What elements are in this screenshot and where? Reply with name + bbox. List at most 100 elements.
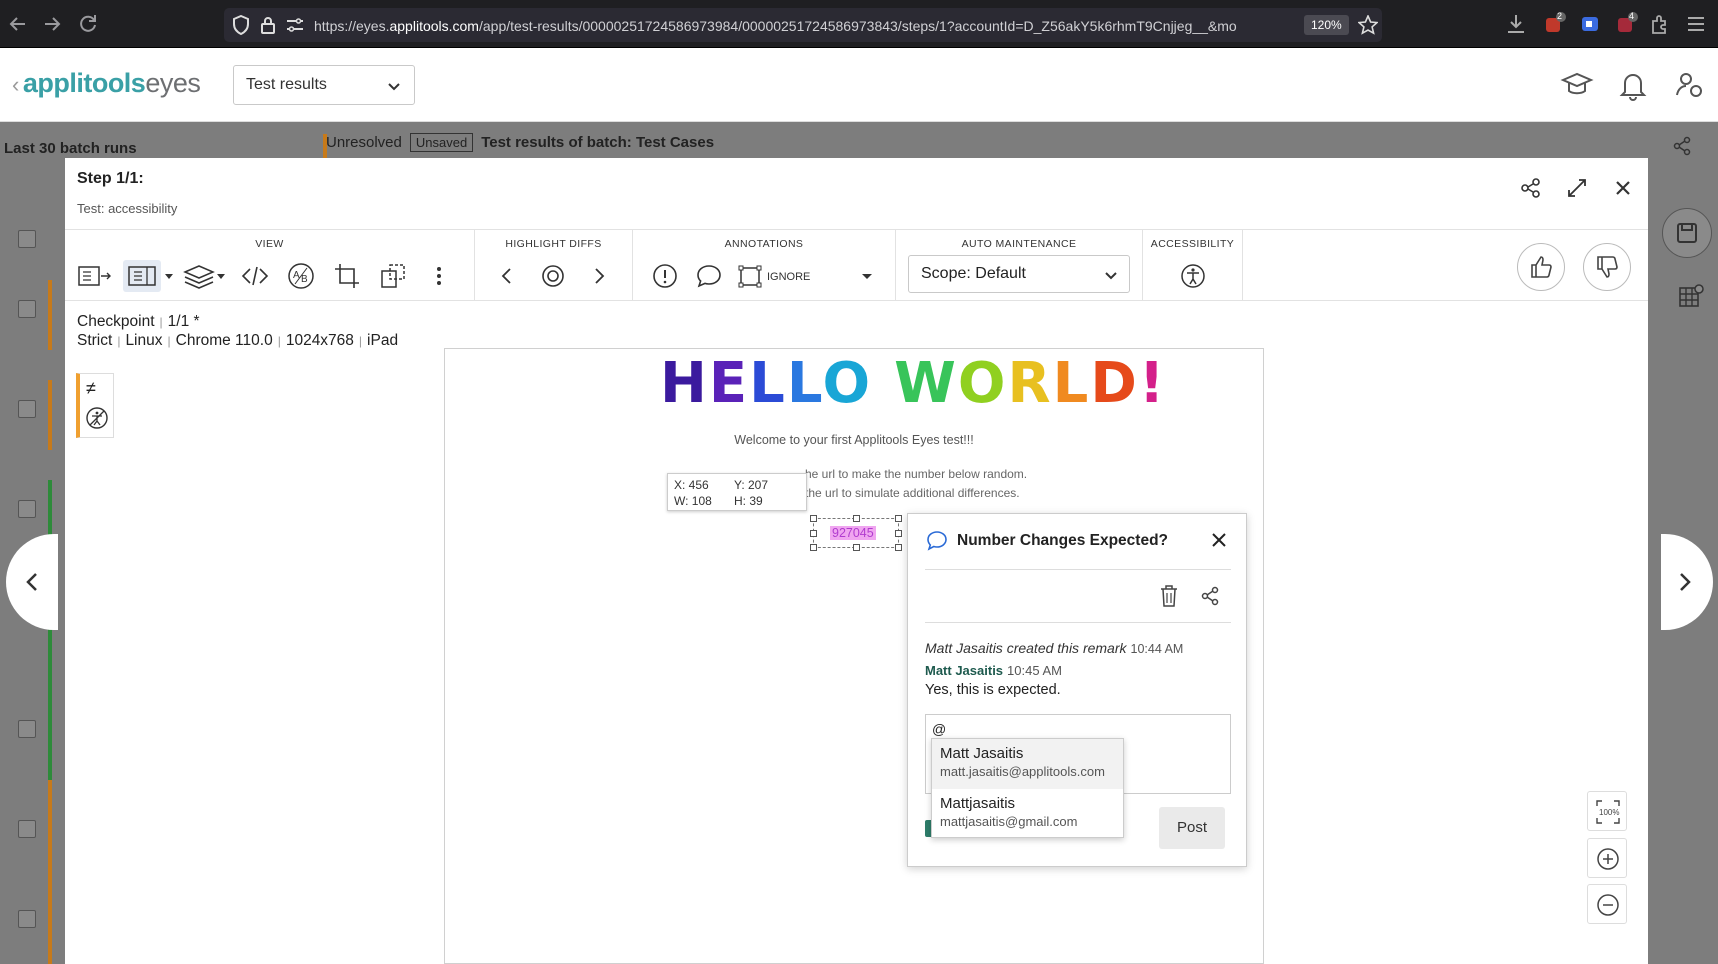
previous-step-button[interactable] <box>6 534 58 630</box>
crop-icon[interactable] <box>331 260 363 292</box>
ignore-label[interactable]: IGNORE <box>767 271 810 283</box>
reply-text: Yes, this is expected. <box>925 682 1061 698</box>
row-checkbox[interactable] <box>18 300 36 318</box>
row-checkbox[interactable] <box>18 400 36 418</box>
badge-count: 4 <box>1629 11 1635 21</box>
mention-option[interactable]: Mattjasaitis mattjasaitis@gmail.com <box>932 789 1123 839</box>
download-icon[interactable] <box>1504 12 1528 36</box>
random-number: 927045 <box>830 526 876 540</box>
chevron-left-icon <box>26 573 37 591</box>
resize-handle[interactable] <box>810 515 817 522</box>
resize-handle[interactable] <box>895 530 902 537</box>
save-icon[interactable] <box>1662 208 1712 258</box>
zoom-extension-icon[interactable] <box>1578 12 1602 36</box>
highlight-diffs-section: HIGHLIGHT DIFFS <box>475 230 633 301</box>
zoom-badge[interactable]: 120% <box>1304 15 1349 35</box>
view-section: VIEW AB <box>65 230 475 301</box>
layers-icon[interactable] <box>181 260 229 292</box>
close-icon[interactable] <box>1209 530 1229 550</box>
resize-handle[interactable] <box>895 515 902 522</box>
more-options-icon[interactable] <box>423 260 455 292</box>
resize-handle[interactable] <box>810 544 817 551</box>
row-checkbox[interactable] <box>18 910 36 928</box>
row-checkbox[interactable] <box>18 820 36 838</box>
url-text[interactable]: https://eyes.applitools.com/app/test-res… <box>314 18 1314 34</box>
expand-icon[interactable] <box>1565 176 1589 200</box>
section-select[interactable]: Test results <box>233 65 415 105</box>
site-settings-icon[interactable] <box>286 17 304 33</box>
row-checkbox[interactable] <box>18 230 36 248</box>
thumbs-up-icon[interactable] <box>1517 243 1565 291</box>
hello-letter: W <box>894 351 958 416</box>
annotation-region[interactable]: 927045 <box>810 515 902 551</box>
accessibility-section: ACCESSIBILITY <box>1143 230 1243 301</box>
extensions-icon[interactable] <box>1648 12 1672 36</box>
single-view-icon[interactable] <box>123 260 161 292</box>
scope-select[interactable]: Scope: Default <box>908 255 1130 293</box>
extension-icon[interactable]: 2 <box>1542 11 1566 36</box>
grid-settings-icon[interactable] <box>1678 282 1706 310</box>
app-header: ‹ applitoolseyes Test results <box>0 48 1718 122</box>
hello-letter: R <box>1007 351 1053 416</box>
zoom-fit-label: 100% <box>1599 808 1619 817</box>
next-step-button[interactable] <box>1661 534 1713 630</box>
zoom-out-button[interactable] <box>1587 884 1627 924</box>
shield-icon <box>232 15 250 35</box>
reload-icon[interactable] <box>76 12 100 36</box>
graduation-cap-icon[interactable] <box>1560 68 1594 102</box>
zoom-in-button[interactable] <box>1587 838 1627 878</box>
ignore-region-icon[interactable] <box>737 260 763 292</box>
issue-icon[interactable] <box>649 260 681 292</box>
lock-icon[interactable] <box>260 15 276 35</box>
back-icon[interactable] <box>6 12 30 36</box>
close-icon[interactable] <box>1611 176 1635 200</box>
next-diff-icon[interactable] <box>583 260 615 292</box>
ab-compare-icon[interactable]: AB <box>285 260 317 292</box>
remark-created: Matt Jasaitis created this remark 10:44 A… <box>925 640 1184 656</box>
address-bar[interactable]: https://eyes.applitools.com/app/test-res… <box>224 8 1382 42</box>
code-icon[interactable] <box>239 260 271 292</box>
divider <box>925 622 1231 623</box>
highlight-target-icon[interactable] <box>537 260 569 292</box>
region-compare-icon[interactable] <box>377 260 409 292</box>
diff-indicator[interactable]: ≠ <box>76 373 114 438</box>
hello-letter: L <box>1052 351 1091 416</box>
share-icon[interactable] <box>1519 176 1543 200</box>
row-checkbox[interactable] <box>18 500 36 518</box>
trash-icon[interactable] <box>1158 584 1180 608</box>
applitools-logo[interactable]: ‹ applitoolseyes <box>12 68 201 99</box>
post-button[interactable]: Post <box>1159 807 1225 849</box>
batch-runs-title: Last 30 batch runs <box>4 140 137 157</box>
share-icon[interactable] <box>1200 586 1220 606</box>
bell-icon[interactable] <box>1616 68 1650 102</box>
row-checkbox[interactable] <box>18 720 36 738</box>
resize-handle[interactable] <box>810 530 817 537</box>
hello-letter: D <box>1090 351 1139 416</box>
step-modal: Step 1/1: Test: accessibility VIEW AB HI… <box>65 158 1648 964</box>
accessibility-off-icon <box>85 406 109 430</box>
previous-diff-icon[interactable] <box>491 260 523 292</box>
hello-letter: L <box>749 351 787 416</box>
accessibility-icon[interactable] <box>1177 260 1209 292</box>
mention-option[interactable]: Matt Jasaitis matt.jasaitis@applitools.c… <box>932 739 1123 789</box>
resize-handle[interactable] <box>853 515 860 522</box>
extension-icon[interactable]: 4 <box>1614 11 1638 36</box>
remark-icon <box>925 529 949 553</box>
forward-icon[interactable] <box>40 12 64 36</box>
unsaved-tag: Unsaved <box>409 133 474 152</box>
status-bar <box>48 280 52 350</box>
side-by-side-icon[interactable] <box>77 260 123 292</box>
caret-down-icon[interactable] <box>859 260 875 292</box>
remark-icon[interactable] <box>693 260 725 292</box>
resize-handle[interactable] <box>895 544 902 551</box>
caret-down-icon[interactable] <box>161 260 177 292</box>
menu-icon[interactable] <box>1684 12 1708 36</box>
annotations-section: ANNOTATIONS IGNORE <box>633 230 896 301</box>
star-icon[interactable] <box>1358 15 1378 35</box>
thumbs-down-icon[interactable] <box>1583 243 1631 291</box>
resize-handle[interactable] <box>853 544 860 551</box>
zoom-fit-button[interactable]: 100% <box>1587 791 1627 831</box>
instruction-line: the url to simulate additional differenc… <box>805 486 1020 500</box>
user-settings-icon[interactable] <box>1672 68 1706 102</box>
checkpoint-info: Checkpoint | 1/1 * <box>77 313 200 330</box>
